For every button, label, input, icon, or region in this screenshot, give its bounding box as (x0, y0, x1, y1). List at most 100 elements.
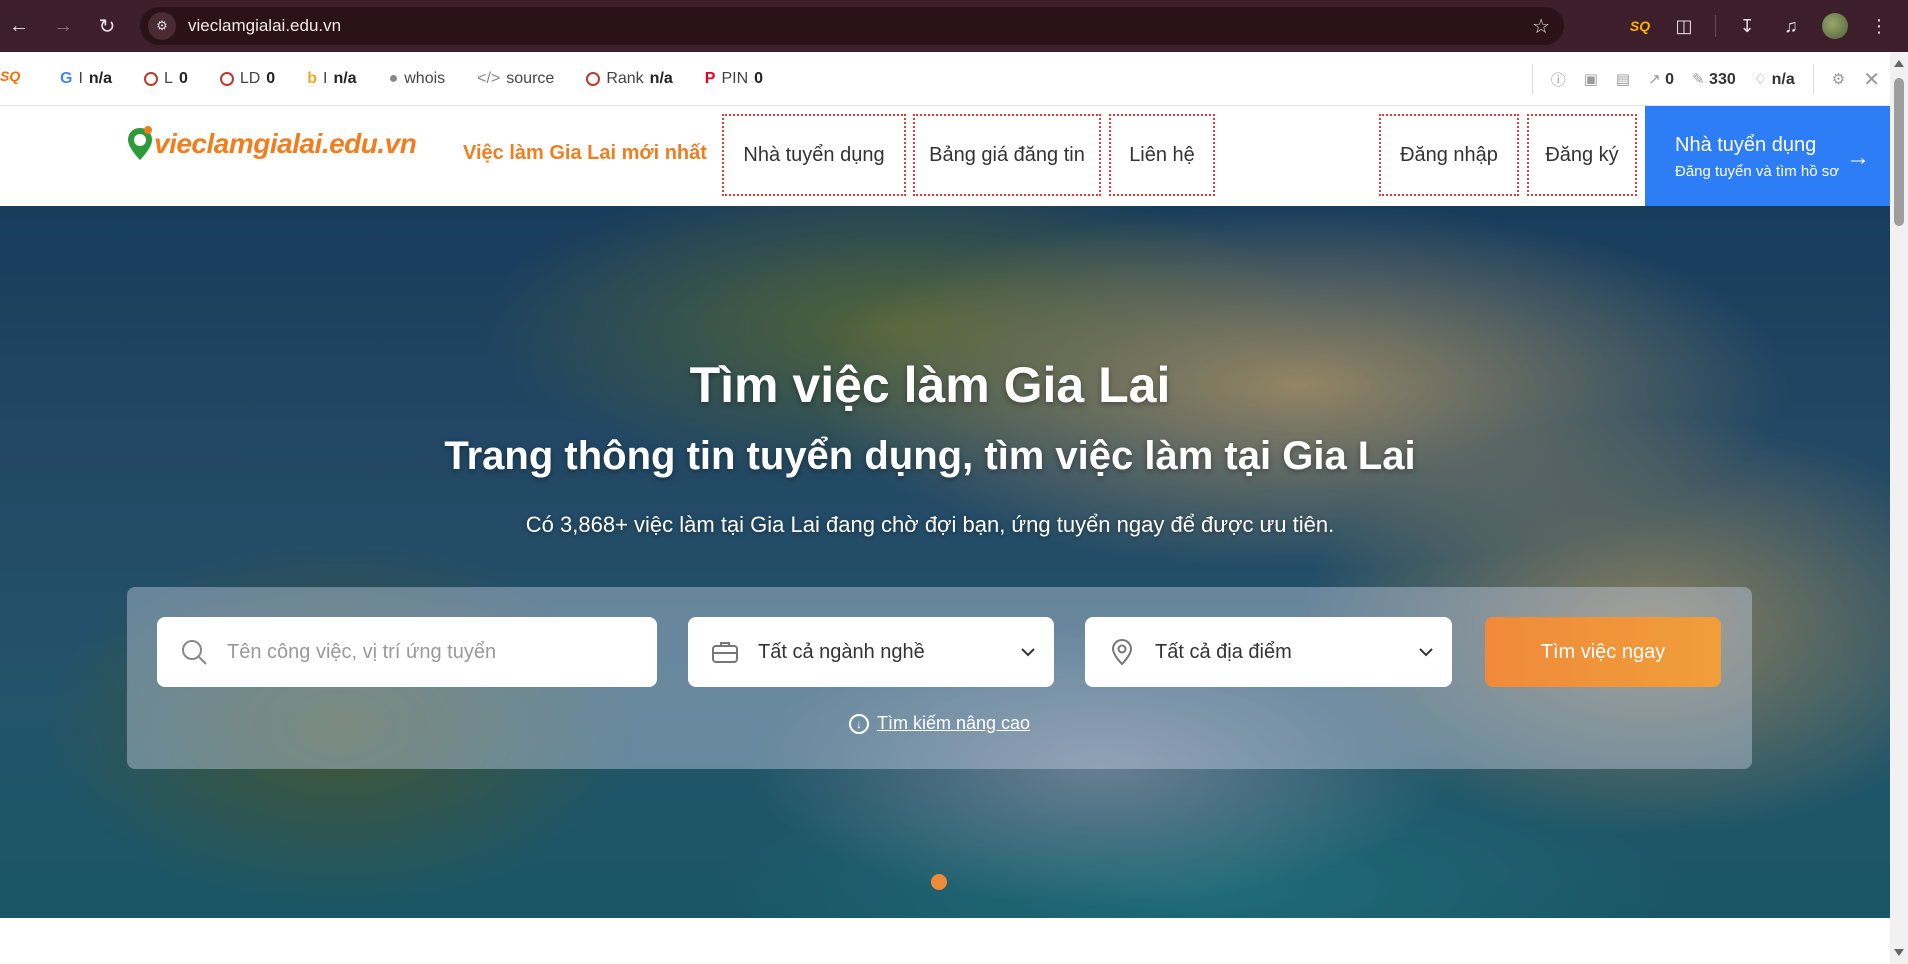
nav-contact[interactable]: Liên hệ (1109, 114, 1215, 196)
seo-rank[interactable]: Rank n/a (586, 69, 673, 88)
scroll-down-icon[interactable] (1894, 949, 1904, 956)
logo-text: vieclamgialai.edu.vn (154, 128, 417, 159)
seo-label: source (506, 69, 555, 87)
divider (1715, 15, 1716, 37)
hero-subtitle: Trang thông tin tuyển dụng, tìm việc làm… (444, 434, 1416, 478)
seo-label: LD (239, 69, 261, 87)
back-icon[interactable]: ← (4, 11, 34, 41)
keyword-placeholder: Tên công việc, vị trí ứng tuyển (227, 640, 497, 663)
code-icon: </> (477, 69, 501, 87)
seo-label: L (164, 69, 173, 87)
circle-icon (586, 71, 601, 86)
hero-overlay (0, 206, 1890, 918)
keyword-field[interactable]: Tên công việc, vị trí ứng tuyển (157, 617, 657, 687)
media-controls-icon[interactable]: ♫ (1778, 13, 1804, 39)
site-logo[interactable]: vieclamgialai.edu.vn (126, 126, 417, 162)
hero-job-count: Có 3,868+ việc làm tại Gia Lai đang chờ … (525, 512, 1335, 537)
site-settings-icon[interactable]: ⚙ (148, 12, 176, 40)
seo-linking-domains[interactable]: LD 0 (219, 69, 276, 88)
seo-links[interactable]: L0 (144, 70, 188, 88)
info-icon[interactable]: ⓘ (1551, 69, 1566, 90)
profile-avatar[interactable] (1822, 13, 1848, 39)
seo-value: n/a (333, 69, 357, 87)
seo-label: I (322, 69, 328, 87)
seo-toolbar: SQ G In/a L0 LD 0 b In/a ● whois </> sour… (0, 52, 1890, 106)
hero-banner: Tìm việc làm Gia Lai Trang thông tin tuy… (0, 206, 1890, 918)
page-scrollbar[interactable] (1890, 52, 1908, 964)
nav-pricing[interactable]: Bảng giá đăng tin (913, 114, 1101, 196)
register-link[interactable]: Đăng ký (1527, 114, 1637, 196)
browser-extensions: SQ ◫ ↧ ♫ ⋮ (1627, 0, 1908, 52)
divider (1531, 64, 1533, 94)
bing-icon: b (307, 69, 317, 87)
seo-label: whois (404, 69, 446, 87)
forward-icon[interactable]: → (48, 11, 78, 41)
puzzle-extensions-icon[interactable]: ◫ (1671, 13, 1697, 39)
seo-pages[interactable]: ✎ 330 (1692, 70, 1736, 89)
seo-label: Rank (606, 69, 644, 87)
login-link[interactable]: Đăng nhập (1379, 114, 1519, 196)
briefcase-icon (708, 640, 742, 664)
seo-value: n/a (649, 69, 673, 87)
bookmark-star-icon[interactable]: ☆ (1532, 14, 1550, 39)
hero-title: Tìm việc làm Gia Lai (689, 357, 1171, 413)
industry-value: Tất cả ngành nghề (758, 640, 925, 663)
address-bar[interactable]: ⚙ vieclamgialai.edu.vn ☆ (140, 7, 1564, 45)
location-pin-icon (1105, 638, 1139, 666)
seo-whois[interactable]: ● whois (389, 70, 446, 88)
scroll-up-icon[interactable] (1894, 60, 1904, 67)
close-icon[interactable]: ✕ (1863, 67, 1880, 92)
location-value: Tất cả địa điểm (1155, 640, 1292, 663)
seo-google-index[interactable]: G In/a (60, 70, 112, 88)
url-text: vieclamgialai.edu.vn (188, 16, 342, 35)
browser-toolbar: ← → ↻ ⚙ vieclamgialai.edu.vn ☆ SQ ◫ ↧ ♫ … (0, 0, 1908, 52)
seo-value: 330 (1709, 70, 1736, 88)
employer-cta-button[interactable]: Nhà tuyển dụng Đăng tuyển và tìm hồ sơ → (1645, 106, 1890, 208)
scroll-thumb[interactable] (1894, 78, 1904, 226)
seo-source[interactable]: </> source (477, 70, 554, 88)
advanced-search-label: Tìm kiếm nâng cao (876, 713, 1031, 733)
seo-pin[interactable]: P PIN 0 (705, 70, 763, 88)
google-icon: G (60, 69, 73, 87)
arrow-down-circle-icon: ↓ (848, 713, 869, 734)
chevron-down-icon (1020, 643, 1036, 666)
document-icon[interactable]: ▤ (1616, 70, 1630, 88)
search-jobs-button[interactable]: Tìm việc ngay (1485, 617, 1721, 687)
seo-value: 0 (266, 69, 276, 87)
arrow-right-icon: → (1846, 144, 1870, 171)
seo-toolbar-right: ⓘ ▣ ▤ ↗ 0 ✎ 330 ♢ n/a ⚙ ✕ (1531, 52, 1880, 106)
pinterest-icon: P (704, 69, 716, 87)
search-icon (177, 638, 211, 666)
external-link-icon: ↗ (1648, 70, 1661, 88)
seo-bing-index[interactable]: b In/a (307, 70, 356, 88)
seo-external-links[interactable]: ↗ 0 (1648, 70, 1674, 89)
edit-icon: ✎ (1692, 70, 1705, 88)
page-content-start (0, 918, 1890, 964)
location-select[interactable]: Tất cả địa điểm (1085, 617, 1452, 687)
nav-jobs-latest[interactable]: Việc làm Gia Lai mới nhất (463, 142, 707, 165)
seo-score[interactable]: ♢ n/a (1754, 70, 1795, 89)
seo-label: PIN (721, 69, 749, 87)
map-pin-logo-icon (126, 126, 154, 162)
industry-select[interactable]: Tất cả ngành nghề (688, 617, 1054, 687)
seoquake-extension-icon[interactable]: SQ (1627, 13, 1653, 39)
carousel-dot[interactable] (931, 874, 947, 890)
divider (1812, 64, 1814, 94)
advanced-search-link[interactable]: ↓ Tìm kiếm nâng cao (127, 713, 1752, 734)
reload-icon[interactable]: ↻ (92, 11, 122, 41)
circle-icon (144, 71, 159, 86)
site-header: vieclamgialai.edu.vn Việc làm Gia Lai mớ… (0, 106, 1890, 208)
chevron-down-icon (1418, 643, 1434, 666)
download-icon[interactable]: ↧ (1734, 13, 1760, 39)
seo-label: I (78, 69, 83, 87)
seo-value: n/a (88, 69, 113, 87)
seoquake-logo-icon: SQ (0, 68, 21, 84)
nav-employers[interactable]: Nhà tuyển dụng (722, 114, 906, 196)
monitor-icon[interactable]: ▣ (1584, 70, 1598, 88)
kebab-menu-icon[interactable]: ⋮ (1866, 13, 1892, 39)
seo-value: 0 (754, 69, 764, 87)
diamond-icon: ♢ (1753, 70, 1768, 88)
circle-icon (219, 71, 234, 86)
gear-icon[interactable]: ⚙ (1832, 70, 1845, 88)
person-icon: ● (388, 69, 399, 87)
